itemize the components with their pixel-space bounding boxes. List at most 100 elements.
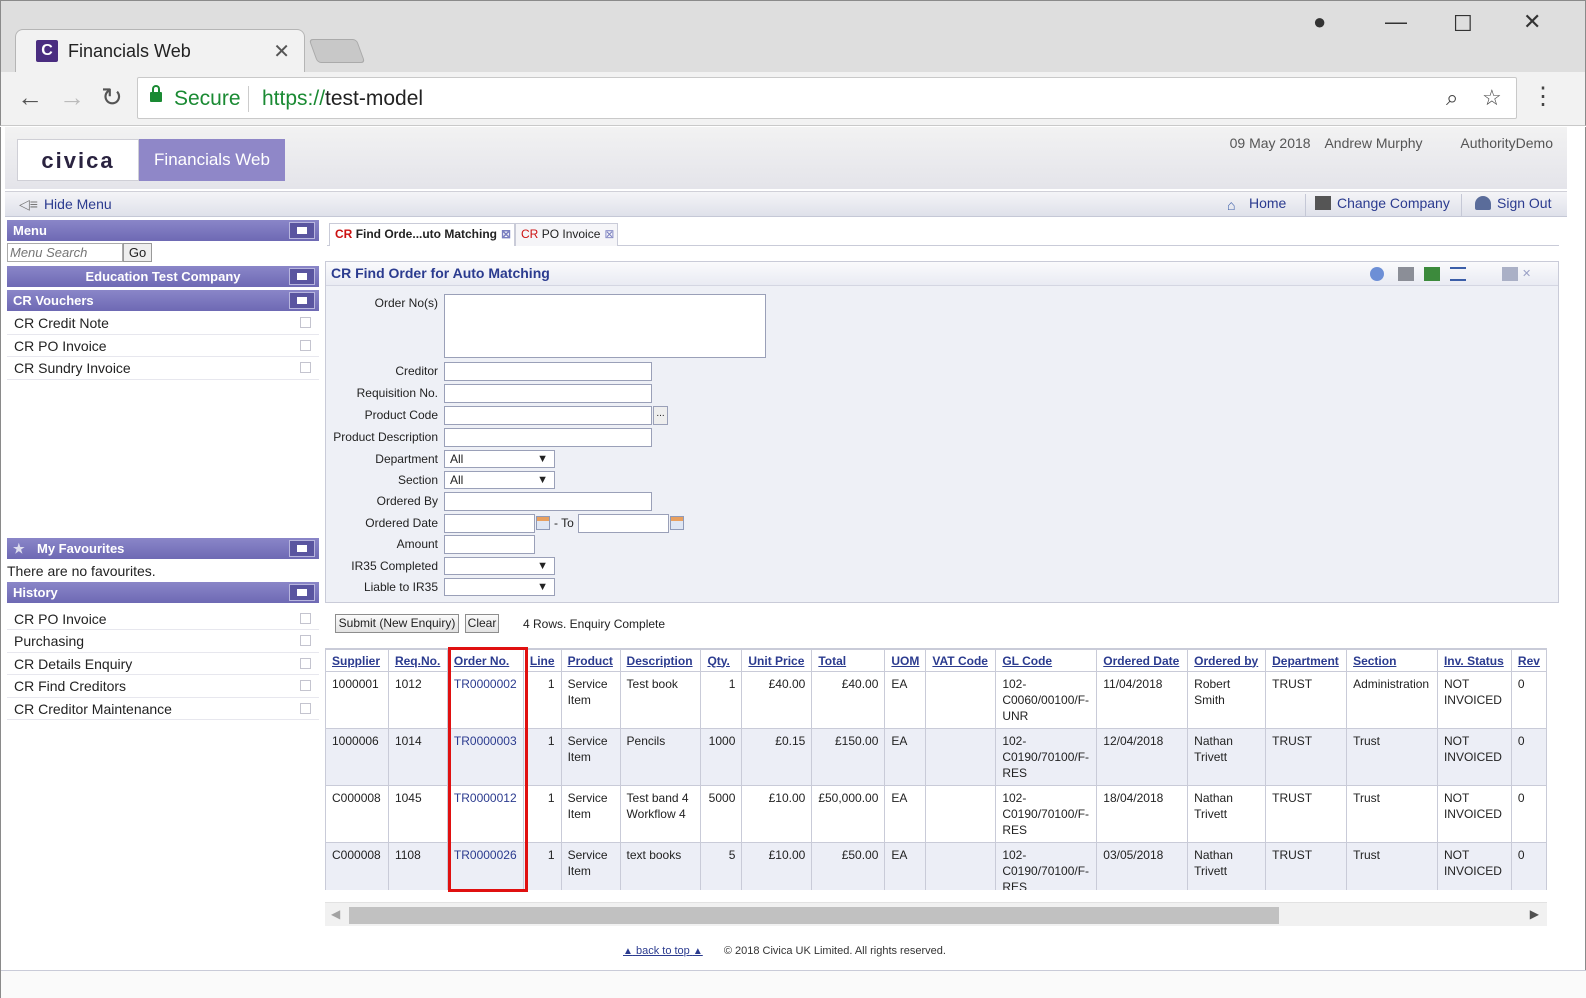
ordered-by-input[interactable] <box>444 492 652 511</box>
cr-vouchers-header[interactable]: CR Vouchers <box>7 290 319 312</box>
tab-cr-find-order[interactable]: CR Find Orde...uto Matching ⊠ <box>329 223 515 246</box>
open-external-icon[interactable] <box>300 702 311 714</box>
menu-item-cr-po-invoice[interactable]: CR PO Invoice <box>7 335 319 357</box>
order-no-link[interactable]: TR0000003 <box>446 728 524 786</box>
column-header[interactable]: Inv. Status <box>1436 649 1512 672</box>
open-external-icon[interactable] <box>300 657 311 669</box>
new-tab-button[interactable] <box>308 39 366 63</box>
scrollbar-thumb[interactable] <box>349 907 1279 924</box>
favourites-header[interactable]: ★ My Favourites <box>7 537 319 560</box>
close-panel-icon[interactable]: ✕ <box>1522 267 1538 281</box>
menu-search-input[interactable] <box>7 243 123 262</box>
bookmark-star-icon[interactable]: ☆ <box>1482 85 1502 111</box>
close-tab-icon[interactable]: ⊠ <box>604 227 614 241</box>
close-tab-icon[interactable]: ⊠ <box>501 227 511 241</box>
product-desc-input[interactable] <box>444 428 652 447</box>
history-item[interactable]: Purchasing <box>7 630 319 653</box>
url-text[interactable]: https://test-model <box>262 87 423 111</box>
history-item[interactable]: CR PO Invoice <box>7 608 319 630</box>
creditor-input[interactable] <box>444 362 652 381</box>
section-up-icon[interactable] <box>289 292 315 309</box>
zoom-icon[interactable]: ⌕ <box>1446 85 1458 111</box>
scroll-right-icon[interactable]: ▶ <box>1530 907 1539 921</box>
sign-out-link[interactable]: Sign Out <box>1475 195 1551 211</box>
close-tab-icon[interactable]: ✕ <box>273 39 290 64</box>
minimize-icon[interactable]: — <box>1385 9 1407 35</box>
column-header[interactable]: Rev <box>1510 649 1547 672</box>
window-icon[interactable] <box>1502 267 1518 281</box>
section-select[interactable]: All <box>444 471 555 489</box>
product-lookup-button[interactable]: ... <box>653 406 668 425</box>
column-header[interactable]: Line <box>522 649 562 672</box>
product-code-input[interactable] <box>444 406 652 425</box>
history-header[interactable]: History <box>7 581 319 604</box>
menu-item-cr-sundry-invoice[interactable]: CR Sundry Invoice <box>7 357 319 380</box>
collapse-icon[interactable] <box>1450 267 1466 281</box>
help-icon[interactable] <box>1370 267 1384 281</box>
column-header[interactable]: Description <box>619 649 702 672</box>
amount-input[interactable] <box>444 535 535 554</box>
history-item[interactable]: CR Creditor Maintenance <box>7 698 319 720</box>
open-external-icon[interactable] <box>300 362 311 373</box>
company-header[interactable]: Education Test Company <box>7 266 319 288</box>
maximize-icon[interactable]: ☐ <box>1453 11 1473 37</box>
column-header[interactable]: Req.No. <box>387 649 448 672</box>
company-switch-icon[interactable] <box>289 268 315 285</box>
favourites-toggle-icon[interactable] <box>289 539 315 557</box>
print-icon[interactable] <box>1398 267 1414 281</box>
column-header[interactable]: GL Code <box>995 649 1098 672</box>
hide-menu-link[interactable]: ◁≡ Hide Menu <box>19 196 112 213</box>
tab-cr-po-invoice[interactable]: CR PO Invoice ⊠ <box>515 223 618 246</box>
order-no-textarea[interactable] <box>444 294 766 358</box>
department-select[interactable]: All <box>444 450 555 468</box>
ordered-date-to-input[interactable] <box>578 514 669 533</box>
menu-item-cr-credit-note[interactable]: CR Credit Note <box>7 312 319 335</box>
clear-button[interactable]: Clear <box>465 614 499 633</box>
ordered-date-from-input[interactable] <box>444 514 535 533</box>
order-no-link[interactable]: TR0000026 <box>446 842 524 890</box>
open-external-icon[interactable] <box>300 680 311 691</box>
column-header[interactable]: Department <box>1265 649 1348 672</box>
forward-icon[interactable]: → <box>59 82 85 113</box>
browser-menu-icon[interactable]: ⋮ <box>1531 82 1555 111</box>
open-external-icon[interactable] <box>300 612 311 624</box>
column-header[interactable]: Ordered by <box>1187 649 1267 672</box>
open-external-icon[interactable] <box>300 339 311 351</box>
column-header[interactable]: Product <box>560 649 621 672</box>
column-header[interactable]: Unit Price <box>741 649 813 672</box>
liable-ir35-select[interactable] <box>444 578 555 596</box>
open-external-icon[interactable] <box>300 635 311 646</box>
column-header[interactable]: Total <box>811 649 886 672</box>
horizontal-scrollbar[interactable]: ◀ ▶ <box>325 902 1547 926</box>
requisition-input[interactable] <box>444 384 652 403</box>
column-header[interactable]: Section <box>1346 649 1438 672</box>
close-window-icon[interactable]: ✕ <box>1523 9 1541 35</box>
column-header[interactable]: Order No. <box>446 649 524 672</box>
order-no-link[interactable]: TR0000002 <box>446 671 524 729</box>
profile-icon[interactable]: ● <box>1313 9 1326 35</box>
column-header[interactable]: VAT Code <box>925 649 997 672</box>
menu-toggle-icon[interactable] <box>289 222 315 239</box>
history-toggle-icon[interactable] <box>289 583 315 601</box>
change-company-link[interactable]: Change Company <box>1315 195 1450 211</box>
column-header[interactable]: Qty. <box>700 649 743 672</box>
menu-search-go-button[interactable]: Go <box>123 243 152 262</box>
submit-button[interactable]: Submit (New Enquiry) <box>335 614 459 633</box>
open-external-icon[interactable] <box>300 317 311 328</box>
address-bar[interactable]: Secure https://test-model ⌕ ☆ <box>137 77 1517 119</box>
scroll-left-icon[interactable]: ◀ <box>331 907 340 921</box>
reload-icon[interactable]: ↻ <box>101 82 123 113</box>
back-icon[interactable]: ← <box>17 82 43 113</box>
column-header[interactable]: Supplier <box>325 649 389 672</box>
column-header[interactable]: Ordered Date <box>1096 649 1189 672</box>
back-to-top-link[interactable]: ▲ back to top ▲ <box>623 945 703 957</box>
history-item[interactable]: CR Details Enquiry <box>7 653 319 675</box>
home-link[interactable]: ⌂ Home <box>1227 195 1286 213</box>
ir35-completed-select[interactable] <box>444 557 555 575</box>
browser-tab[interactable]: C Financials Web ✕ <box>15 29 305 73</box>
calendar-icon[interactable] <box>670 516 684 530</box>
column-header[interactable]: UOM <box>884 649 927 672</box>
calendar-icon[interactable] <box>536 516 550 530</box>
order-no-link[interactable]: TR0000012 <box>446 785 524 843</box>
history-item[interactable]: CR Find Creditors <box>7 675 319 698</box>
